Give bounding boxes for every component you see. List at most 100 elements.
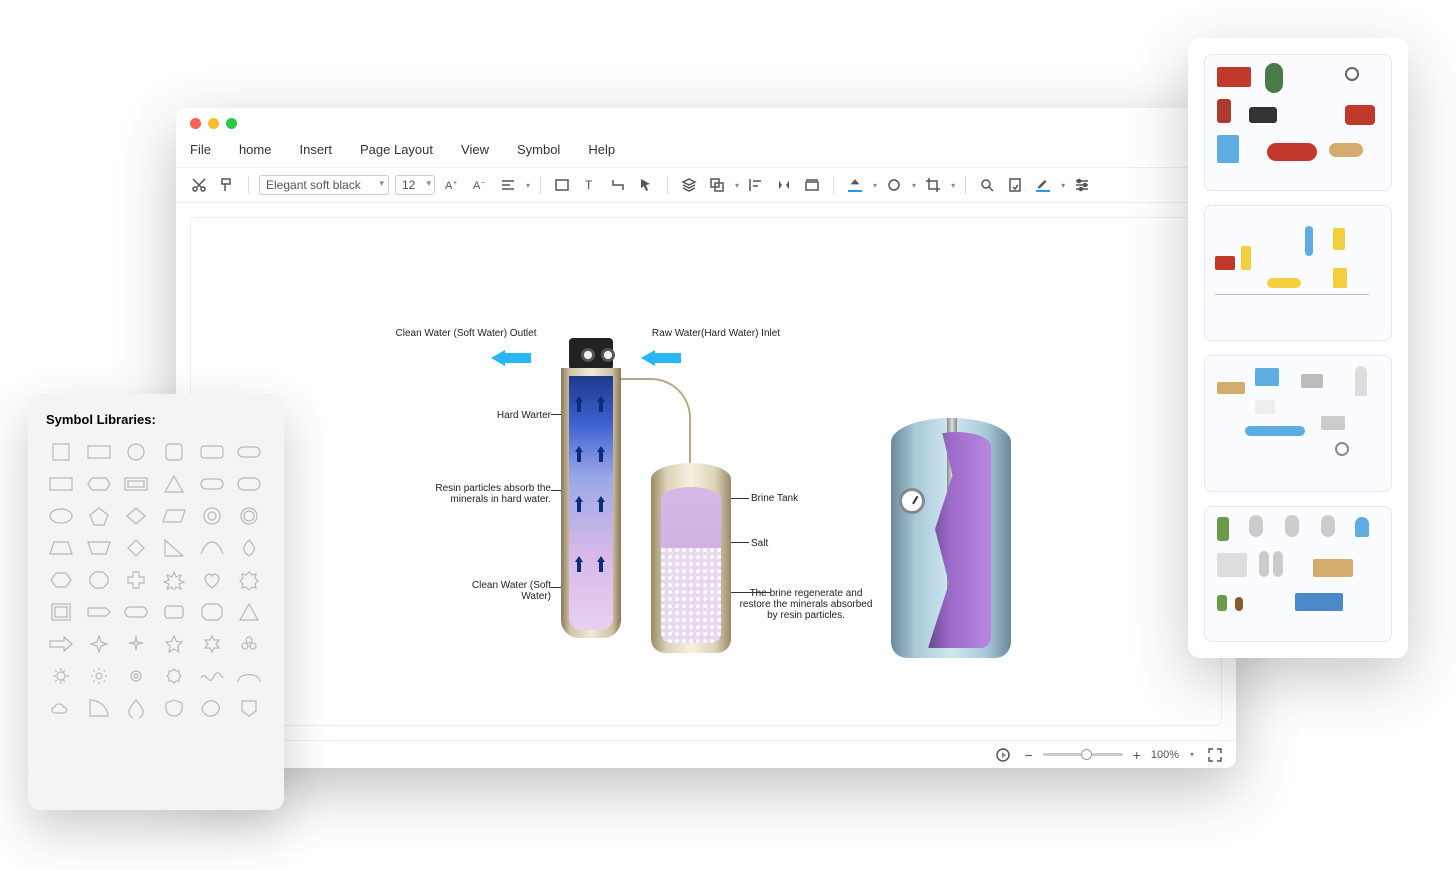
font-size-select[interactable]: 12	[395, 175, 435, 195]
menu-view[interactable]: View	[461, 142, 489, 157]
shape-triangle[interactable]	[159, 471, 189, 497]
shape-cloud[interactable]	[46, 695, 76, 721]
align-text-button[interactable]	[497, 174, 519, 196]
format-painter-button[interactable]	[216, 174, 238, 196]
shape-curve[interactable]	[197, 535, 227, 561]
shape-hexagon-h[interactable]	[84, 471, 114, 497]
crop-button[interactable]	[922, 174, 944, 196]
flip-button[interactable]	[773, 174, 795, 196]
shape-pill[interactable]	[234, 439, 264, 465]
fill-color-button[interactable]	[844, 174, 866, 196]
shape-rounded-square[interactable]	[159, 439, 189, 465]
shape-circle[interactable]	[121, 439, 151, 465]
shape-star-4[interactable]	[84, 631, 114, 657]
shape-blob[interactable]	[197, 695, 227, 721]
shape-sun[interactable]	[84, 663, 114, 689]
menu-help[interactable]: Help	[588, 142, 615, 157]
close-icon[interactable]	[190, 118, 201, 129]
search-button[interactable]	[976, 174, 998, 196]
text-tool[interactable]: T	[579, 174, 601, 196]
template-thumb-4[interactable]	[1204, 506, 1392, 643]
settings-button[interactable]	[1071, 174, 1093, 196]
menu-insert[interactable]: Insert	[299, 142, 332, 157]
shape-cross[interactable]	[121, 567, 151, 593]
fullscreen-button[interactable]	[1204, 744, 1226, 766]
group-button[interactable]	[706, 174, 728, 196]
pen-color-button[interactable]	[1032, 174, 1054, 196]
shape-bevel[interactable]	[197, 599, 227, 625]
shape-rect-2[interactable]	[46, 471, 76, 497]
menu-page-layout[interactable]: Page Layout	[360, 142, 433, 157]
shape-gear-12[interactable]	[121, 663, 151, 689]
cut-button[interactable]	[188, 174, 210, 196]
shape-burst[interactable]	[159, 567, 189, 593]
drawing-canvas[interactable]: Clean Water (Soft Water) Outlet Raw Wate…	[190, 217, 1222, 726]
shape-parallelogram[interactable]	[159, 503, 189, 529]
shape-ellipse[interactable]	[46, 503, 76, 529]
menu-file[interactable]: File	[190, 142, 211, 157]
shape-stadium[interactable]	[234, 471, 264, 497]
shape-wedge[interactable]	[84, 599, 114, 625]
shape-hexagon[interactable]	[46, 567, 76, 593]
shape-ring[interactable]	[197, 503, 227, 529]
shape-arrow-right[interactable]	[46, 631, 76, 657]
shape-wave[interactable]	[197, 663, 227, 689]
shape-trapezoid-2[interactable]	[84, 535, 114, 561]
font-family-select[interactable]: Elegant soft black	[259, 175, 389, 195]
shape-rounded-rect[interactable]	[197, 439, 227, 465]
softener-tank[interactable]	[561, 338, 621, 648]
size-button[interactable]	[801, 174, 823, 196]
shape-sparkle[interactable]	[121, 631, 151, 657]
shape-triangle-2[interactable]	[234, 599, 264, 625]
zoom-in-button[interactable]: +	[1133, 747, 1141, 763]
layers-button[interactable]	[678, 174, 700, 196]
shape-double-circle[interactable]	[234, 503, 264, 529]
maximize-icon[interactable]	[226, 118, 237, 129]
shape-shield[interactable]	[159, 695, 189, 721]
increase-font-button[interactable]: A+	[441, 174, 463, 196]
pointer-tool[interactable]	[635, 174, 657, 196]
menu-symbol[interactable]: Symbol	[517, 142, 560, 157]
shape-teardrop[interactable]	[234, 535, 264, 561]
line-style-button[interactable]	[883, 174, 905, 196]
decrease-font-button[interactable]: A−	[469, 174, 491, 196]
shape-rect[interactable]	[84, 439, 114, 465]
template-thumb-2[interactable]	[1204, 205, 1392, 342]
shape-square[interactable]	[46, 439, 76, 465]
zoom-handle[interactable]	[1081, 749, 1092, 760]
zoom-out-button[interactable]: −	[1024, 747, 1032, 763]
shape-pentagon[interactable]	[84, 503, 114, 529]
zoom-slider[interactable]	[1043, 753, 1123, 756]
brine-tank[interactable]	[651, 463, 731, 653]
storage-tank[interactable]	[891, 418, 1011, 658]
shape-trapezoid[interactable]	[46, 535, 76, 561]
shape-capsule[interactable]	[121, 599, 151, 625]
shape-lozenge[interactable]	[159, 599, 189, 625]
connector-tool[interactable]	[607, 174, 629, 196]
shape-seal[interactable]	[234, 567, 264, 593]
shape-gear[interactable]	[46, 663, 76, 689]
present-button[interactable]	[992, 744, 1014, 766]
shape-frame-square[interactable]	[46, 599, 76, 625]
template-thumb-1[interactable]	[1204, 54, 1392, 191]
shape-star-6[interactable]	[197, 631, 227, 657]
shape-double-rect[interactable]	[121, 471, 151, 497]
shape-octagon[interactable]	[84, 567, 114, 593]
zoom-level[interactable]: 100%	[1151, 749, 1179, 761]
shape-diamond[interactable]	[121, 503, 151, 529]
shape-pill-2[interactable]	[197, 471, 227, 497]
template-thumb-3[interactable]	[1204, 355, 1392, 492]
shape-star-5[interactable]	[159, 631, 189, 657]
shape-flower[interactable]	[234, 631, 264, 657]
shape-drop[interactable]	[121, 695, 151, 721]
rectangle-tool[interactable]	[551, 174, 573, 196]
menu-home[interactable]: home	[239, 142, 272, 157]
shape-quarter[interactable]	[84, 695, 114, 721]
shape-cog[interactable]	[159, 663, 189, 689]
shape-arc[interactable]	[234, 663, 264, 689]
minimize-icon[interactable]	[208, 118, 219, 129]
shape-right-triangle[interactable]	[159, 535, 189, 561]
page-setup-button[interactable]	[1004, 174, 1026, 196]
align-button[interactable]	[745, 174, 767, 196]
shape-rhombus[interactable]	[121, 535, 151, 561]
